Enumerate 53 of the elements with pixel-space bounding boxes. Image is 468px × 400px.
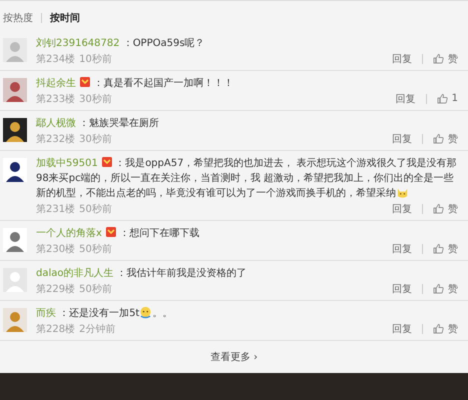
like-count[interactable]: 1	[452, 93, 458, 104]
reply-link[interactable]: 回复	[392, 52, 412, 66]
timestamp: 10秒前	[79, 52, 112, 66]
like-count[interactable]: 赞	[448, 52, 458, 66]
username-link[interactable]: 而疾	[36, 308, 56, 319]
timestamp: 50秒前	[79, 202, 112, 216]
smiley-emoji-icon	[139, 306, 152, 319]
floor-number: 第228楼	[36, 322, 76, 336]
timestamp: 50秒前	[79, 282, 112, 296]
thumbs-up-icon[interactable]	[433, 203, 444, 214]
comment-text: 加载中59501 ：我是oppA57，希望把我的也加进去， 表示想玩这个游戏很久了我是没有那98来买pc端的，所以一直在关注你，当首测时，我 超激动，希望把我加上，你们出的全是一些新的机型，不能出点老的吗，毕竟没有谁可以为了一个游戏而换手机的，希望采纳	[36, 156, 458, 201]
floor-number: 第231楼	[36, 202, 76, 216]
thumbs-up-icon[interactable]	[433, 323, 444, 334]
comment-text: 鄢人枧微 ：魅族哭晕在厕所	[36, 116, 160, 131]
floor-number: 第230楼	[36, 242, 76, 256]
comment-text: 刘钊2391648782 ：OPPOa59s呢？	[36, 36, 206, 51]
like-count[interactable]: 赞	[448, 202, 458, 216]
timestamp: 30秒前	[79, 92, 112, 106]
username-link[interactable]: 刘钊2391648782	[36, 38, 120, 49]
floor-number: 第233楼	[36, 92, 76, 106]
thumbs-up-icon[interactable]	[433, 243, 444, 254]
reply-link[interactable]: 回复	[392, 202, 412, 216]
thumbs-up-icon[interactable]	[433, 53, 444, 64]
comment-text: dalao的非凡人生 ：我估计年前我是没资格的了	[36, 266, 248, 281]
like-count[interactable]: 赞	[448, 322, 458, 336]
reply-link[interactable]: 回复	[392, 242, 412, 256]
reply-link[interactable]: 回复	[392, 322, 412, 336]
reply-link[interactable]: 回复	[392, 282, 412, 296]
like-count[interactable]: 赞	[448, 132, 458, 146]
comment-text: 而疾 ：还是没有一加5t 。。	[36, 306, 174, 321]
timestamp: 30秒前	[79, 132, 112, 146]
floor-number: 第229楼	[36, 282, 76, 296]
timestamp: 2分钟前	[79, 322, 116, 336]
thumbs-up-icon[interactable]	[433, 283, 444, 294]
username-link[interactable]: 鄢人枧微	[36, 118, 76, 129]
like-count[interactable]: 赞	[448, 242, 458, 256]
floor-number: 第234楼	[36, 52, 76, 66]
reply-link[interactable]: 回复	[396, 92, 416, 106]
thumbs-up-icon[interactable]	[433, 133, 444, 144]
username-link[interactable]: 加载中59501	[36, 158, 98, 169]
thumbs-up-icon[interactable]	[436, 93, 448, 104]
view-more-link[interactable]: 查看更多 ›	[210, 350, 258, 364]
reply-link[interactable]: 回复	[392, 132, 412, 146]
username-link[interactable]: 抖起余生	[36, 78, 76, 89]
comment-text: 一个人的角落x ：想问下在哪下载	[36, 226, 200, 241]
sort-tab[interactable]: 按热度	[3, 11, 33, 25]
comment-text: 抖起余生 ：真是看不起国产一加啊！！！	[36, 76, 234, 91]
timestamp: 50秒前	[79, 242, 112, 256]
sort-tab[interactable]: 按时间	[50, 11, 80, 25]
username-link[interactable]: dalao的非凡人生	[36, 268, 114, 279]
username-link[interactable]: 一个人的角落x	[36, 228, 102, 239]
like-count[interactable]: 赞	[448, 282, 458, 296]
floor-number: 第232楼	[36, 132, 76, 146]
